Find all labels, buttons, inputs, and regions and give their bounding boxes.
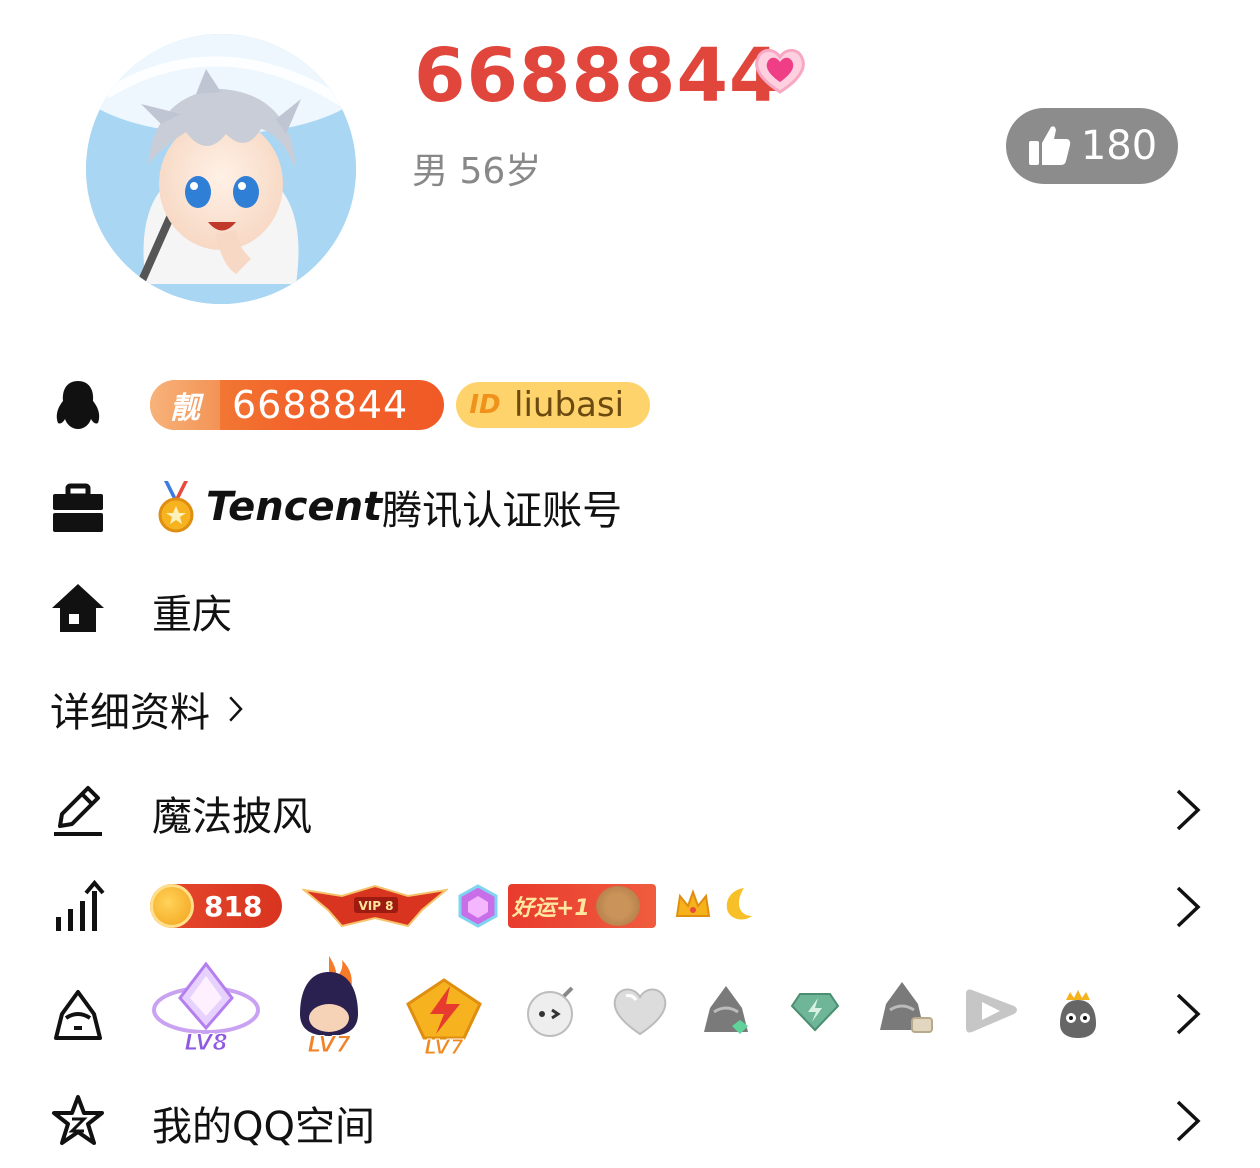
- coin-value: 818: [204, 889, 263, 923]
- details-link[interactable]: 详细资料: [50, 682, 290, 736]
- level-label: LV8: [184, 1031, 227, 1056]
- vip-badge[interactable]: VIP 8: [302, 882, 448, 928]
- details-label: 详细资料: [50, 690, 210, 736]
- cert-text: 腾讯认证账号: [382, 488, 623, 534]
- level-badge-lv7-penguin[interactable]: LV7: [286, 952, 372, 1056]
- magic-cape-label: 魔法披风: [152, 794, 312, 840]
- gem-icon[interactable]: [456, 884, 500, 928]
- star-icon: [50, 1093, 106, 1149]
- crown-icon[interactable]: [674, 886, 712, 924]
- certification: Tencent 腾讯认证账号: [152, 478, 622, 536]
- liang-label: 靓: [150, 380, 220, 430]
- nickname: 6688844: [414, 33, 782, 119]
- thumbs-up-icon: [1028, 126, 1071, 165]
- bomb-icon[interactable]: [524, 982, 580, 1038]
- level-label: LV7: [424, 1035, 463, 1058]
- gray-hat-gem-icon[interactable]: [696, 980, 756, 1040]
- heart-badge-icon[interactable]: [752, 44, 808, 96]
- qid-badge[interactable]: ID liubasi: [456, 382, 650, 428]
- diamond-icon[interactable]: [790, 990, 840, 1032]
- penguin-hat-icon: [50, 988, 106, 1044]
- qzone-label: 我的QQ空间: [152, 1104, 375, 1150]
- magic-cape-row[interactable]: 魔法披风: [0, 780, 1260, 840]
- chevron-right-icon: [1176, 789, 1201, 831]
- pencil-icon: [50, 782, 106, 838]
- luck-banner[interactable]: 好运+1: [508, 884, 656, 928]
- moon-icon[interactable]: [718, 884, 756, 924]
- gender-age: 男 56岁: [412, 151, 542, 192]
- avatar[interactable]: [86, 34, 356, 304]
- growth-chart-icon: [50, 879, 106, 935]
- chevron-right-icon: [1176, 1100, 1201, 1142]
- qzone-row[interactable]: 我的QQ空间: [0, 1090, 1260, 1152]
- id-logo: ID: [469, 390, 501, 420]
- location-city: 重庆: [152, 592, 232, 638]
- silver-heart-icon[interactable]: [610, 984, 670, 1038]
- bear-icon: [595, 886, 640, 926]
- home-icon: [50, 580, 106, 636]
- like-count: 180: [1080, 123, 1158, 169]
- level-badge-lv7-lightning[interactable]: LV7: [402, 976, 486, 1058]
- cert-brand: Tencent: [206, 484, 383, 530]
- briefcase-icon: [50, 480, 106, 536]
- vip-label: VIP 8: [358, 899, 393, 913]
- chevron-right-icon: [229, 696, 243, 722]
- medal-icon: [158, 481, 194, 533]
- level-label: LV7: [307, 1033, 351, 1056]
- qq-number: 6688844: [232, 383, 409, 427]
- gray-hat-scroll-icon[interactable]: [872, 978, 934, 1040]
- like-button[interactable]: 180: [1006, 108, 1178, 184]
- qid-text: liubasi: [514, 385, 625, 425]
- avatar-image: [86, 34, 356, 304]
- qq-number-badge[interactable]: 靓 6688844: [150, 380, 444, 430]
- gold-coin-badge[interactable]: 818: [150, 884, 282, 928]
- video-play-icon[interactable]: [962, 986, 1020, 1036]
- chevron-right-icon: [1176, 993, 1201, 1035]
- luck-label: 好运+1: [512, 896, 590, 921]
- chevron-right-icon: [1176, 886, 1201, 928]
- coin-icon: [150, 884, 194, 928]
- crowned-penguin-icon[interactable]: [1052, 988, 1104, 1040]
- level-badge-lv8[interactable]: LV8: [150, 958, 262, 1058]
- penguin-icon: [50, 377, 106, 433]
